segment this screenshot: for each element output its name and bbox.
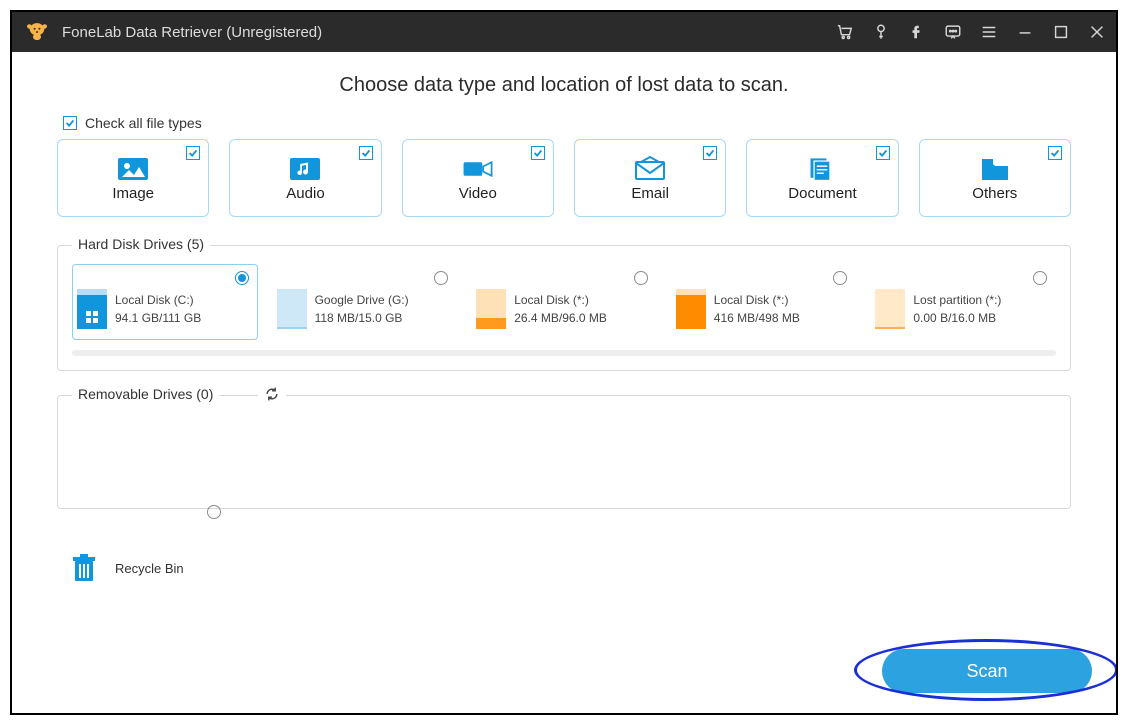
drive-radio[interactable] <box>634 271 648 285</box>
recycle-radio[interactable] <box>207 505 221 519</box>
hdd-section: Hard Disk Drives (5) Local Disk (C:)94.1… <box>57 245 1071 371</box>
drive-size: 94.1 GB/111 GB <box>115 309 201 327</box>
type-card-video[interactable]: Video <box>402 139 554 217</box>
email-icon <box>633 155 667 183</box>
type-label-video: Video <box>459 185 497 202</box>
document-icon <box>805 155 839 183</box>
removable-section: Removable Drives (0) <box>57 395 1071 509</box>
drive-card[interactable]: Local Disk (C:)94.1 GB/111 GB <box>72 264 258 340</box>
scan-button-wrap: Scan <box>882 649 1092 693</box>
page-heading: Choose data type and location of lost da… <box>57 74 1071 97</box>
drive-texts: Local Disk (*:)416 MB/498 MB <box>714 291 800 327</box>
key-icon[interactable] <box>872 23 890 41</box>
minimize-icon[interactable] <box>1016 23 1034 41</box>
hdd-drive-row: Local Disk (C:)94.1 GB/111 GB Google Driv… <box>72 264 1056 340</box>
drive-name: Google Drive (G:) <box>315 291 409 309</box>
drive-name: Local Disk (C:) <box>115 291 201 309</box>
type-check-image[interactable] <box>186 146 200 160</box>
drive-radio[interactable] <box>434 271 448 285</box>
drive-name: Lost partition (*:) <box>913 291 1001 309</box>
file-type-row: Image Audio Video <box>57 139 1071 217</box>
check-all-row[interactable]: Check all file types <box>63 115 1071 131</box>
check-all-checkbox[interactable] <box>63 116 77 130</box>
menu-icon[interactable] <box>980 23 998 41</box>
drive-size: 416 MB/498 MB <box>714 309 800 327</box>
drive-icon <box>875 289 905 329</box>
close-icon[interactable] <box>1088 23 1106 41</box>
drive-size: 118 MB/15.0 GB <box>315 309 409 327</box>
drive-texts: Local Disk (C:)94.1 GB/111 GB <box>115 291 201 327</box>
type-check-document[interactable] <box>876 146 890 160</box>
drive-card[interactable]: Local Disk (*:)26.4 MB/96.0 MB <box>471 264 657 340</box>
type-card-email[interactable]: Email <box>574 139 726 217</box>
app-logo-icon <box>22 17 52 47</box>
type-label-email: Email <box>631 185 669 202</box>
drive-radio[interactable] <box>235 271 249 285</box>
drive-texts: Local Disk (*:)26.4 MB/96.0 MB <box>514 291 607 327</box>
type-label-document: Document <box>788 185 856 202</box>
maximize-icon[interactable] <box>1052 23 1070 41</box>
video-icon <box>461 155 495 183</box>
feedback-icon[interactable] <box>944 23 962 41</box>
check-all-label: Check all file types <box>85 115 202 131</box>
hdd-legend: Hard Disk Drives (5) <box>72 236 210 252</box>
facebook-icon[interactable] <box>908 23 926 41</box>
removable-legend: Removable Drives (0) <box>72 386 219 402</box>
drive-size: 26.4 MB/96.0 MB <box>514 309 607 327</box>
titlebar-actions <box>836 23 1106 41</box>
audio-icon <box>288 155 322 183</box>
scan-button[interactable]: Scan <box>882 649 1092 693</box>
type-check-email[interactable] <box>703 146 717 160</box>
type-check-others[interactable] <box>1048 146 1062 160</box>
drive-card[interactable]: Local Disk (*:)416 MB/498 MB <box>671 264 857 340</box>
drive-icon <box>476 289 506 329</box>
type-label-others: Others <box>972 185 1017 202</box>
drive-name: Local Disk (*:) <box>514 291 607 309</box>
main-content: Choose data type and location of lost da… <box>12 52 1116 583</box>
type-card-others[interactable]: Others <box>919 139 1071 217</box>
titlebar: FoneLab Data Retriever (Unregistered) <box>12 12 1116 52</box>
cart-icon[interactable] <box>836 23 854 41</box>
type-card-audio[interactable]: Audio <box>229 139 381 217</box>
drive-texts: Lost partition (*:)0.00 B/16.0 MB <box>913 291 1001 327</box>
drive-icon <box>277 289 307 329</box>
drive-icon <box>676 289 706 329</box>
others-icon <box>978 155 1012 183</box>
image-icon <box>116 155 150 183</box>
app-title: FoneLab Data Retriever (Unregistered) <box>62 24 322 41</box>
drive-radio[interactable] <box>833 271 847 285</box>
recycle-bin-label: Recycle Bin <box>115 561 184 576</box>
hdd-scrollbar[interactable] <box>72 350 1056 356</box>
drive-icon <box>77 289 107 329</box>
app-window: FoneLab Data Retriever (Unregistered) Ch… <box>10 10 1118 715</box>
removable-body <box>72 414 1056 494</box>
drive-card[interactable]: Lost partition (*:)0.00 B/16.0 MB <box>870 264 1056 340</box>
drive-name: Local Disk (*:) <box>714 291 800 309</box>
refresh-button[interactable] <box>258 386 286 407</box>
type-check-video[interactable] <box>531 146 545 160</box>
type-label-audio: Audio <box>286 185 324 202</box>
type-card-document[interactable]: Document <box>746 139 898 217</box>
drive-card[interactable]: Google Drive (G:)118 MB/15.0 GB <box>272 264 458 340</box>
type-label-image: Image <box>112 185 154 202</box>
type-card-image[interactable]: Image <box>57 139 209 217</box>
drive-size: 0.00 B/16.0 MB <box>913 309 1001 327</box>
drive-texts: Google Drive (G:)118 MB/15.0 GB <box>315 291 409 327</box>
type-check-audio[interactable] <box>359 146 373 160</box>
drive-radio[interactable] <box>1033 271 1047 285</box>
